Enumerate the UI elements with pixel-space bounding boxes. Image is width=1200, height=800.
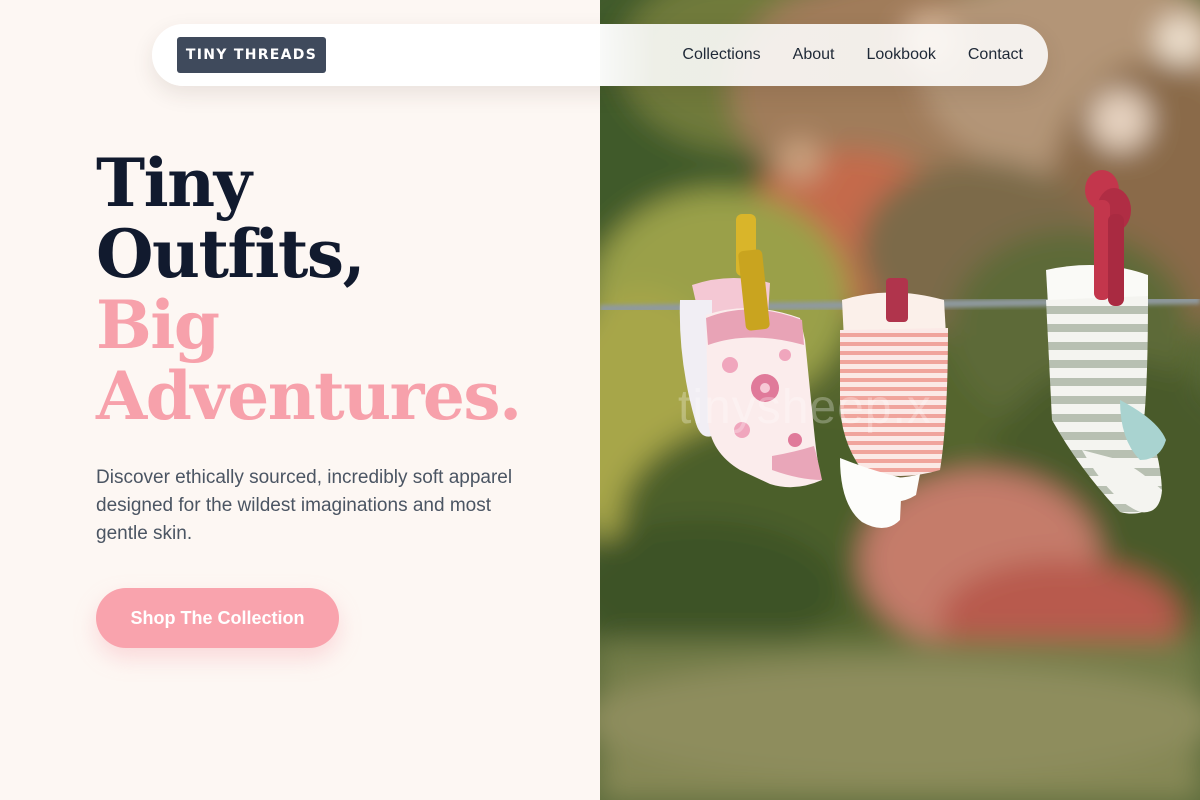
shop-collection-button[interactable]: Shop The Collection [96,588,339,648]
hero-photo: tinysheep.x [600,0,1200,800]
socks-on-clothesline-image [600,0,1200,800]
nav-link-about[interactable]: About [793,46,835,64]
hero-headline: Tiny Outfits, Big Adventures. [96,148,576,432]
headline-line-3: Big [96,286,220,364]
nav-link-collections[interactable]: Collections [682,46,760,64]
nav-links: Collections About Lookbook Contact [682,24,1023,86]
hero-left-panel: Tiny Outfits, Big Adventures. Discover e… [0,0,600,800]
brand-logo-button[interactable]: TINY THREADS [177,37,326,73]
top-navbar: TINY THREADS Collections About Lookbook … [152,24,1048,86]
nav-link-lookbook[interactable]: Lookbook [866,46,935,64]
nav-link-contact[interactable]: Contact [968,46,1023,64]
headline-line-4: Adventures. [96,357,522,435]
hero-description: Discover ethically sourced, incredibly s… [96,467,513,544]
headline-line-2: Outfits, [96,215,366,293]
headline-line-1: Tiny [96,144,252,222]
